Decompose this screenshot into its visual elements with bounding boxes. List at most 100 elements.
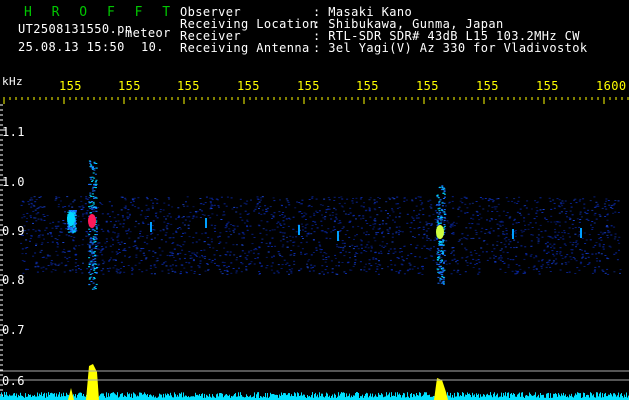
noise-speck [469,227,472,229]
noise-speck [202,203,205,205]
power-sample [256,394,257,400]
noise-speck [54,238,57,240]
noise-speck [64,265,67,267]
noise-speck [288,265,291,267]
power-sample [522,392,523,400]
power-sample [202,393,203,400]
noise-speck [176,228,179,230]
noise-speck [81,215,84,217]
noise-speck [505,230,508,232]
noise-speck [301,226,304,228]
power-sample [579,393,580,400]
noise-speck [81,205,84,207]
noise-speck [161,270,164,272]
power-sample [319,392,320,400]
power-sample [204,393,205,400]
noise-speck [497,203,500,205]
noise-speck [287,225,290,227]
noise-speck [587,256,590,258]
noise-speck [235,259,238,261]
echo-pixel [73,229,75,231]
noise-speck [564,200,567,202]
noise-speck [539,224,542,226]
noise-speck [524,246,527,248]
noise-speck [429,249,432,251]
noise-speck [113,224,116,226]
echo-pixel [442,282,445,284]
noise-speck [497,235,500,237]
noise-speck [375,258,377,260]
echo-pixel [436,204,439,206]
echo-pixel [89,194,92,196]
noise-speck [80,221,83,223]
power-sample [227,395,228,400]
noise-speck [146,235,149,237]
noise-speck [365,263,367,265]
noise-speck [506,252,509,254]
power-sample [501,392,502,400]
noise-speck [456,271,459,273]
noise-speck [45,268,48,270]
noise-speck [41,234,44,236]
noise-speck [285,218,288,220]
echo-pixel [68,210,71,211]
noise-speck [280,268,283,269]
noise-speck [478,205,481,207]
noise-speck [308,259,311,261]
power-sample [378,392,379,400]
noise-speck [572,257,575,259]
noise-speck [182,232,184,234]
noise-speck [488,198,491,199]
noise-speck [159,211,162,213]
noise-speck [271,237,274,239]
noise-speck [387,253,390,255]
noise-speck [230,197,233,199]
noise-speck [171,264,174,266]
noise-speck [310,254,313,256]
noise-speck [549,243,552,245]
noise-speck [425,237,428,239]
noise-speck [461,233,464,235]
power-sample [538,394,539,400]
time-label: 155 [536,79,559,93]
noise-speck [352,198,355,199]
power-sample [142,394,143,400]
noise-speck [174,260,177,262]
noise-speck [236,257,238,259]
noise-speck [425,230,428,232]
power-sample [512,394,513,400]
echo-pixel [88,262,91,264]
noise-speck [380,252,383,254]
power-sample [165,393,166,400]
power-sample [500,396,501,400]
noise-speck [289,240,292,242]
noise-speck [274,245,277,247]
noise-speck [108,260,110,262]
noise-speck [451,200,454,202]
noise-speck [555,223,558,225]
power-sample [106,392,107,400]
power-sample [195,392,196,400]
noise-speck [360,244,363,246]
power-sample [454,392,455,400]
power-sample [593,394,594,400]
noise-speck [511,200,514,202]
noise-speck [203,257,206,259]
noise-speck [286,262,289,264]
noise-speck [26,233,28,235]
noise-speck [496,223,499,225]
noise-speck [135,248,138,250]
noise-speck [457,241,460,242]
noise-speck [480,247,483,249]
noise-speck [389,215,391,217]
noise-speck [127,230,130,232]
power-sample [429,394,430,400]
noise-speck [494,219,497,220]
noise-speck [354,259,357,261]
noise-speck [327,228,330,230]
noise-speck [521,231,524,233]
noise-speck [525,254,528,256]
noise-speck [100,270,103,272]
echo-pixel [436,224,439,226]
noise-speck [265,211,268,213]
